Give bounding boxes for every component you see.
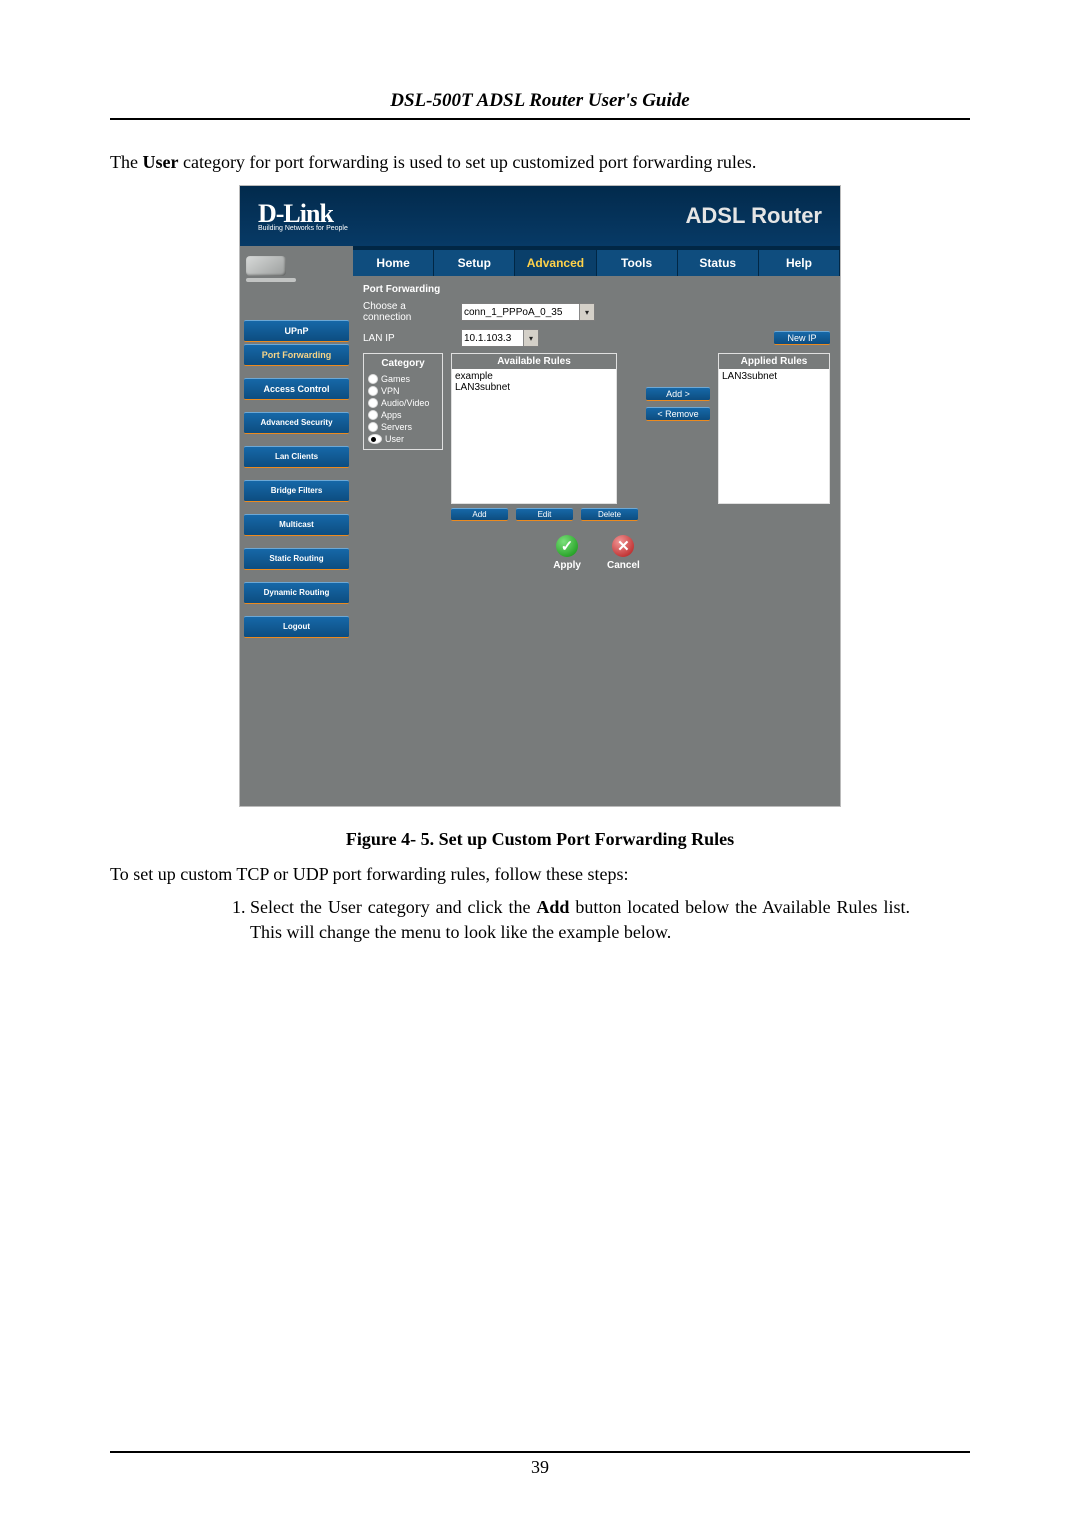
chevron-down-icon: ▾ <box>579 304 594 320</box>
sidebar-item-bridge-filters[interactable]: Bridge Filters <box>244 480 349 502</box>
brand-logo: D-Link Building Networks for People <box>258 201 348 232</box>
available-rules-list[interactable]: example LAN3subnet <box>452 369 616 503</box>
sidebar-item-advanced-security[interactable]: Advanced Security <box>244 412 349 434</box>
router-header: D-Link Building Networks for People ADSL… <box>240 186 840 246</box>
sidebar-item-static-routing[interactable]: Static Routing <box>244 548 349 570</box>
connection-value: conn_1_PPPoA_0_35 <box>464 307 562 318</box>
tab-status[interactable]: Status <box>678 250 759 276</box>
sidebar-item-logout[interactable]: Logout <box>244 616 349 638</box>
category-option-user[interactable]: User <box>368 433 438 445</box>
tab-row: Home Setup Advanced Tools Status Help <box>353 250 840 276</box>
category-box: Category Games VPN Audio/Video Apps Serv… <box>363 353 443 450</box>
transfer-remove-button[interactable]: < Remove <box>646 407 710 421</box>
applied-rules-list[interactable]: LAN3subnet <box>719 369 829 503</box>
lan-ip-select[interactable]: 10.1.103.3 ▾ <box>461 329 539 347</box>
sidebar-item-port-forwarding[interactable]: Port Forwarding <box>244 344 349 366</box>
intro-bold: User <box>142 152 178 172</box>
category-option-apps[interactable]: Apps <box>368 409 438 421</box>
page-footer: 39 <box>110 1451 970 1478</box>
category-option-servers[interactable]: Servers <box>368 421 438 433</box>
figure-caption: Figure 4- 5. Set up Custom Port Forwardi… <box>110 829 970 850</box>
sidebar-item-upnp[interactable]: UPnP <box>244 320 349 342</box>
page-number: 39 <box>110 1457 970 1478</box>
section-title: Port Forwarding <box>363 284 830 295</box>
steps-list: Select the User category and click the A… <box>210 895 910 944</box>
router-screenshot: D-Link Building Networks for People ADSL… <box>239 185 841 807</box>
applied-rules-header: Applied Rules <box>719 354 829 369</box>
available-rule-item[interactable]: example <box>455 371 613 382</box>
available-rules-header: Available Rules <box>452 354 616 369</box>
intro-pre: The <box>110 152 142 172</box>
router-main: Home Setup Advanced Tools Status Help Po… <box>353 246 840 806</box>
sidebar-item-lan-clients[interactable]: Lan Clients <box>244 446 349 468</box>
available-rules-box: Available Rules example LAN3subnet <box>451 353 617 504</box>
cancel-icon[interactable]: ✕ <box>612 535 634 557</box>
brand-subtext: Building Networks for People <box>258 225 348 232</box>
new-ip-button[interactable]: New IP <box>774 331 830 345</box>
connection-label: Choose a connection <box>363 301 455 323</box>
applied-rules-box: Applied Rules LAN3subnet <box>718 353 830 504</box>
tab-advanced[interactable]: Advanced <box>515 250 596 276</box>
available-rule-item[interactable]: LAN3subnet <box>455 382 613 393</box>
lan-ip-label: LAN IP <box>363 333 455 344</box>
doc-header: DSL-500T ADSL Router User's Guide <box>110 90 970 112</box>
connection-select[interactable]: conn_1_PPPoA_0_35 ▾ <box>461 303 595 321</box>
category-option-vpn[interactable]: VPN <box>368 385 438 397</box>
tab-home[interactable]: Home <box>353 250 434 276</box>
tab-tools[interactable]: Tools <box>597 250 678 276</box>
sidebar-item-access-control[interactable]: Access Control <box>244 378 349 400</box>
decorative-slot-icon <box>246 256 286 276</box>
decorative-bar-icon <box>246 278 296 282</box>
step1-bold: Add <box>536 897 569 917</box>
chevron-down-icon: ▾ <box>523 330 538 346</box>
category-option-audio-video[interactable]: Audio/Video <box>368 397 438 409</box>
sidebar-item-multicast[interactable]: Multicast <box>244 514 349 536</box>
steps-intro: To set up custom TCP or UDP port forward… <box>110 862 970 887</box>
intro-post: category for port forwarding is used to … <box>178 152 756 172</box>
lan-ip-value: 10.1.103.3 <box>464 333 511 344</box>
applied-rule-item[interactable]: LAN3subnet <box>722 371 826 382</box>
router-title: ADSL Router <box>686 203 823 229</box>
cancel-label: Cancel <box>607 560 640 571</box>
transfer-add-button[interactable]: Add > <box>646 387 710 401</box>
header-rule <box>110 118 970 120</box>
tab-help[interactable]: Help <box>759 250 840 276</box>
brand-text: D-Link <box>258 201 348 227</box>
rule-edit-button[interactable]: Edit <box>516 508 573 521</box>
router-sidebar: UPnP Port Forwarding Access Control Adva… <box>240 246 353 806</box>
step1-a: Select the User category and click the <box>250 897 536 917</box>
sidebar-item-dynamic-routing[interactable]: Dynamic Routing <box>244 582 349 604</box>
apply-label: Apply <box>553 560 581 571</box>
category-header: Category <box>364 356 442 371</box>
intro-text: The User category for port forwarding is… <box>110 150 970 175</box>
rule-add-button[interactable]: Add <box>451 508 508 521</box>
rule-delete-button[interactable]: Delete <box>581 508 638 521</box>
category-option-games[interactable]: Games <box>368 373 438 385</box>
tab-setup[interactable]: Setup <box>434 250 515 276</box>
step-1: Select the User category and click the A… <box>250 895 910 944</box>
apply-icon[interactable]: ✓ <box>556 535 578 557</box>
